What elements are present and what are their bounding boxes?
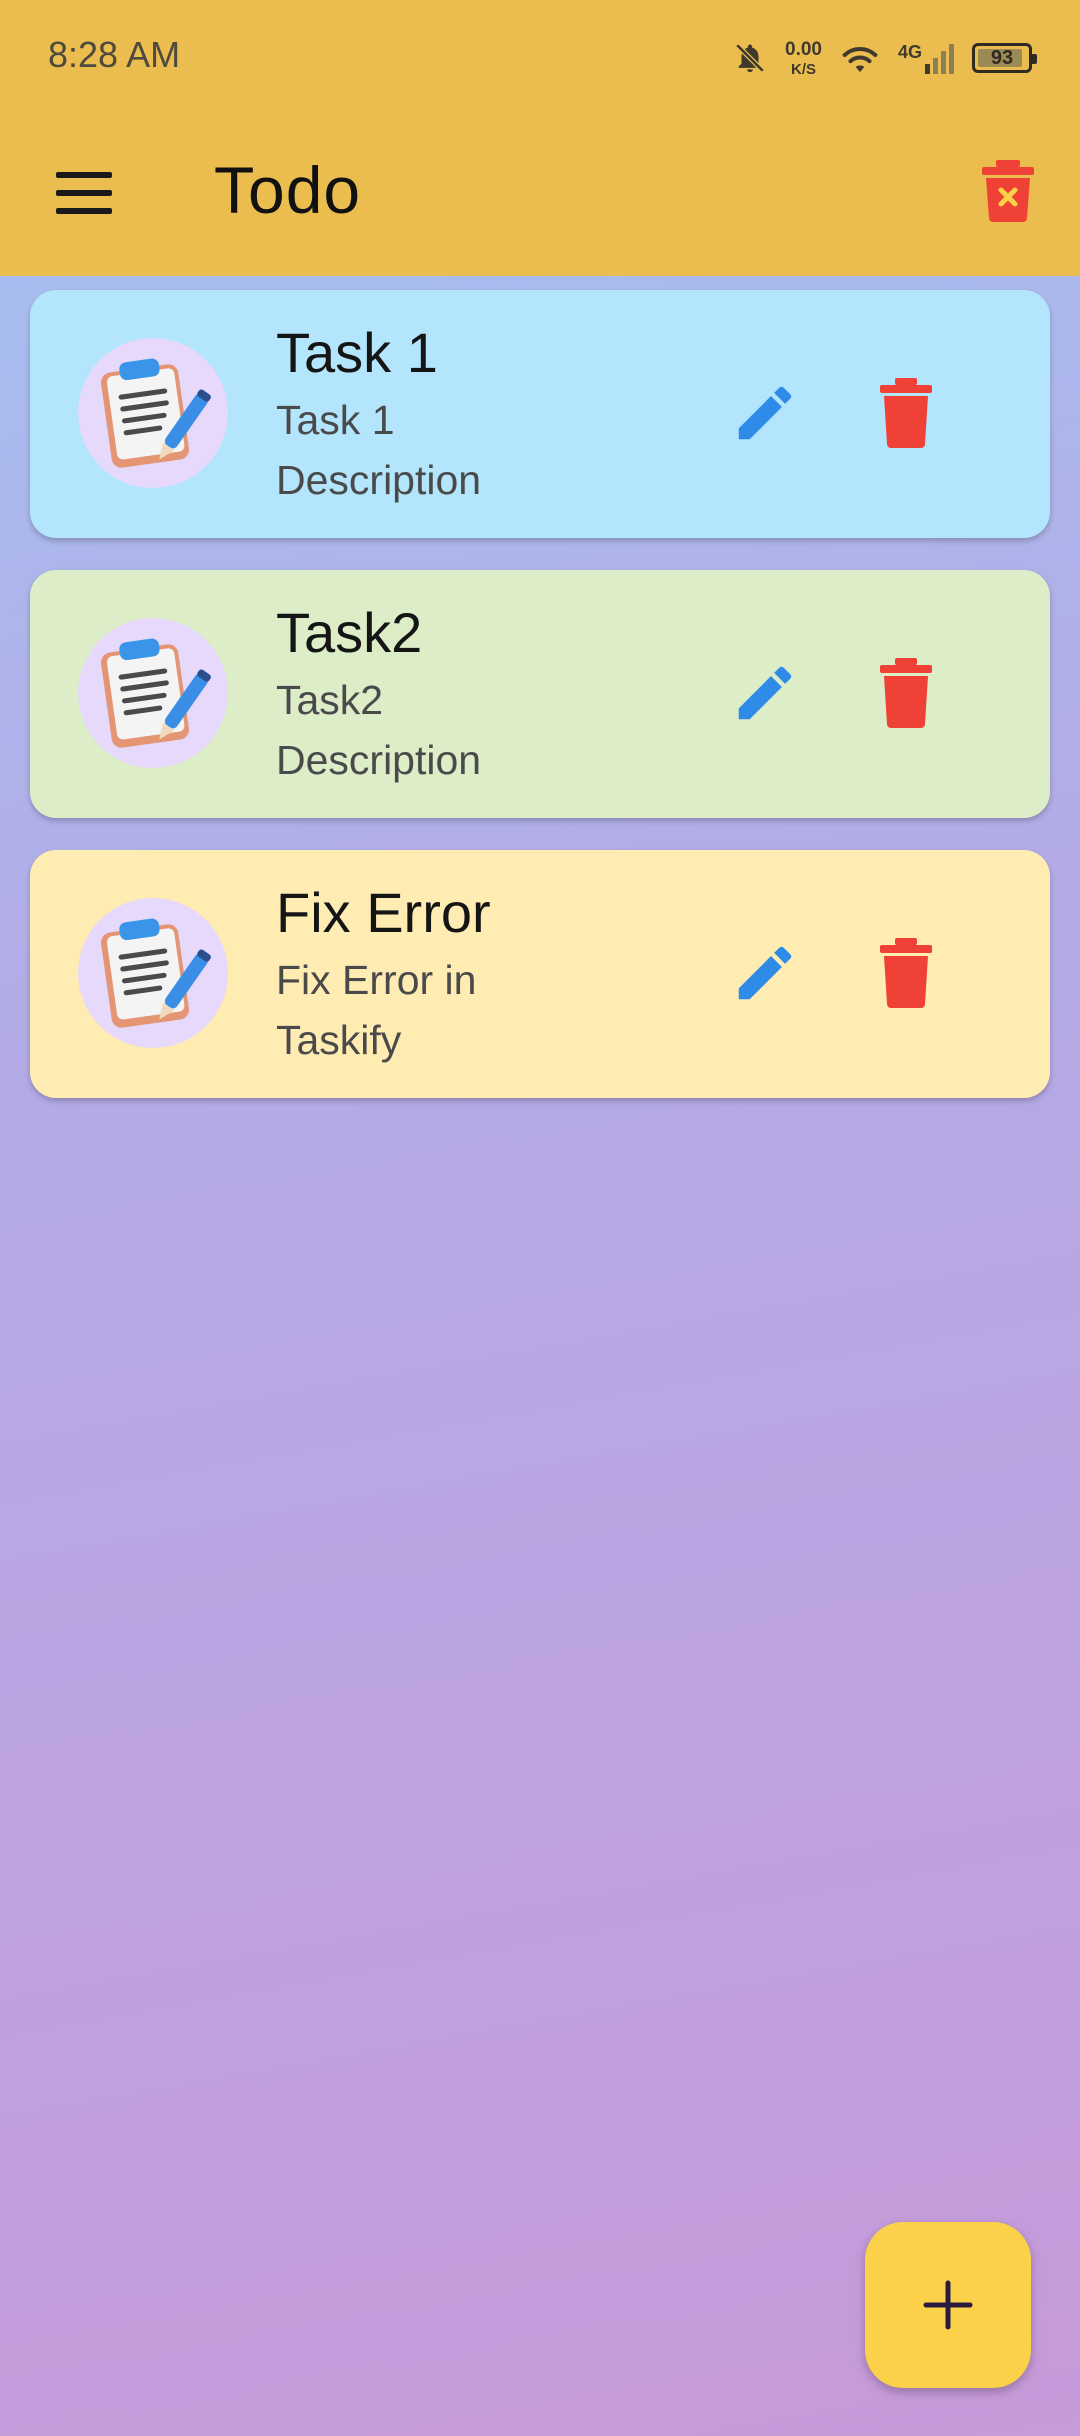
network-type: 4G: [897, 42, 922, 62]
clipboard-icon: [100, 358, 211, 468]
task-description: Task2: [276, 677, 384, 723]
status-time: 8:28 AM: [48, 34, 181, 75]
task-title: Fix Error: [276, 881, 491, 944]
status-icons: 0.00 K/S 4G 93: [733, 30, 1037, 86]
bell-off-icon: [735, 43, 765, 73]
delete-all-button[interactable]: [982, 160, 1034, 222]
cellular-signal: 4G: [898, 42, 954, 74]
todo-card[interactable]: Task2 Task2 Description: [30, 570, 1050, 818]
todo-card[interactable]: Task 1 Task 1 Description: [30, 290, 1050, 538]
edit-button[interactable]: [730, 378, 800, 448]
plus-icon: [923, 2280, 973, 2330]
delete-button[interactable]: [878, 658, 934, 728]
delete-button[interactable]: [878, 938, 934, 1008]
edit-button[interactable]: [730, 658, 800, 728]
task-description: Description: [276, 457, 482, 503]
delete-button[interactable]: [878, 378, 934, 448]
task-avatar: [78, 898, 228, 1048]
task-description: Description: [276, 737, 482, 783]
network-speed: 0.00 K/S: [785, 40, 822, 77]
edit-button[interactable]: [730, 938, 800, 1008]
page-title: Todo: [214, 153, 362, 227]
task-description: Fix Error in: [276, 957, 477, 1003]
task-title: Task 1: [276, 321, 438, 384]
clipboard-icon: [100, 638, 211, 748]
clipboard-icon: [100, 918, 211, 1028]
signal-icon: [925, 44, 954, 74]
task-title: Task2: [276, 601, 423, 664]
battery-icon: 93: [972, 43, 1037, 73]
task-description: Task 1: [276, 397, 395, 443]
add-task-button[interactable]: [865, 2222, 1031, 2388]
wifi-icon: [842, 47, 878, 73]
task-description: Taskify: [276, 1017, 402, 1063]
app-bar: 8:28 AM 0.00 K/S 4G 93 Todo: [0, 0, 1080, 276]
speed-unit: K/S: [790, 60, 816, 78]
battery-level: 93: [990, 46, 1014, 69]
menu-button[interactable]: [56, 172, 112, 214]
task-avatar: [78, 618, 228, 768]
task-avatar: [78, 338, 228, 488]
todo-card[interactable]: Fix Error Fix Error in Taskify: [30, 850, 1050, 1098]
menu-icon: [56, 172, 112, 178]
speed-value: 0.00: [785, 38, 822, 60]
